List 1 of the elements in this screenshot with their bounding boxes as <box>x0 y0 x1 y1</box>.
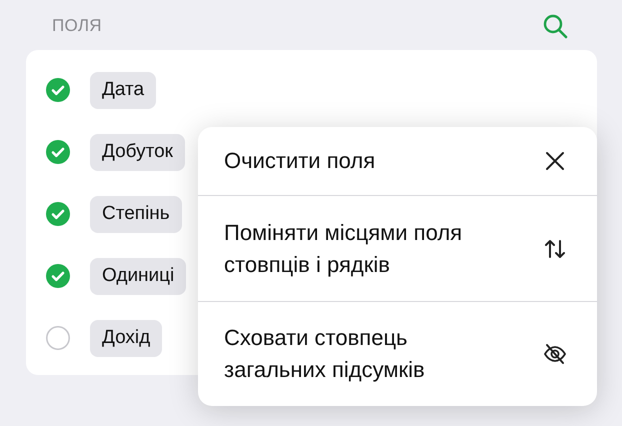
section-title: ПОЛЯ <box>52 16 102 36</box>
